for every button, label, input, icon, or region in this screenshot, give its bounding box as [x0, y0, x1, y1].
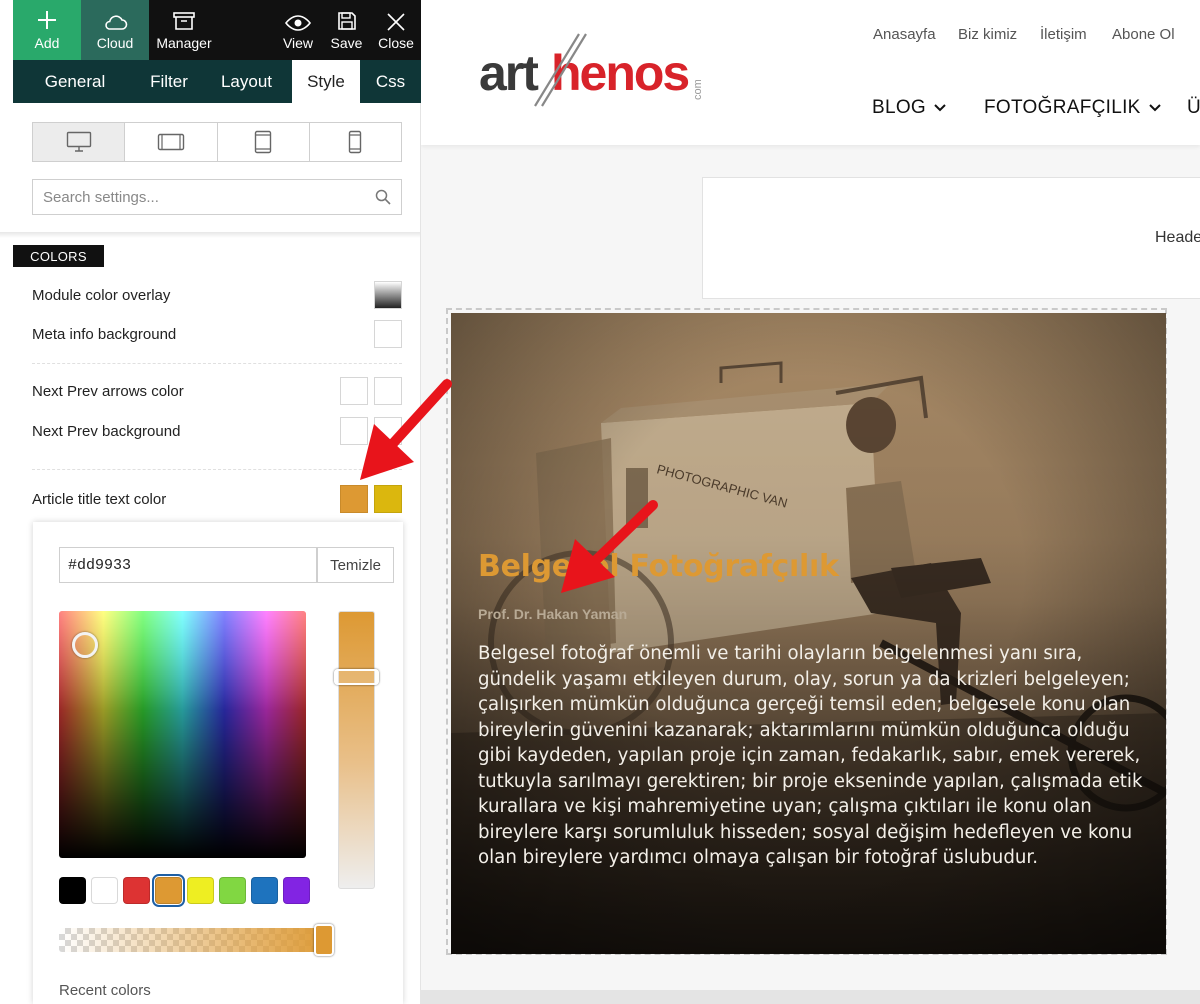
builder-toolbar: Add Cloud Manager View Save Close [13, 0, 421, 60]
article-author[interactable]: Prof. Dr. Hakan Yaman [478, 606, 627, 622]
device-tablet-landscape-button[interactable] [125, 123, 218, 161]
title-color-swatch-1[interactable] [340, 485, 368, 513]
device-desktop-button[interactable] [33, 123, 126, 161]
meta-bg-swatch[interactable] [374, 320, 402, 348]
tab-style[interactable]: Style [292, 60, 360, 103]
floppy-disk-icon [337, 12, 356, 30]
setting-label-meta-bg: Meta info background [32, 326, 177, 343]
close-label: Close [378, 35, 414, 51]
arrows-bg-swatch-1[interactable] [340, 417, 368, 445]
tablet-portrait-icon [254, 130, 272, 154]
color-picker: Temizle Recent colors [33, 522, 403, 1004]
logo-suffix: com [692, 79, 704, 100]
settings-divider [32, 469, 402, 470]
palette-swatch[interactable] [187, 877, 214, 904]
nav-item-photography[interactable]: FOTOĞRAFÇILIK [984, 97, 1161, 119]
clear-color-button[interactable]: Temizle [317, 547, 394, 583]
top-link-subscribe[interactable]: Abone Ol [1112, 26, 1175, 43]
opacity-slider[interactable] [59, 928, 333, 952]
site-header: art henos com Anasayfa Biz kimiz İletişi… [421, 0, 1200, 145]
tab-css[interactable]: Css [360, 60, 421, 103]
article-photo[interactable]: PHOTOGRAPHIC VAN Belgesel Fotoğrafçılık … [451, 313, 1166, 954]
logo-text-part2: henos [551, 45, 688, 101]
view-label: View [282, 35, 314, 51]
add-label: Add [34, 35, 60, 51]
article-title[interactable]: Belgesel Fotoğrafçılık [478, 549, 839, 584]
featured-article-module[interactable]: PHOTOGRAPHIC VAN Belgesel Fotoğrafçılık … [446, 308, 1167, 955]
search-input[interactable] [43, 188, 375, 206]
palette-swatch[interactable] [152, 874, 185, 907]
palette-swatch[interactable] [251, 877, 278, 904]
desktop-icon [66, 131, 91, 152]
header-ad-text: Heade [1155, 229, 1200, 246]
cloud-label: Cloud [96, 35, 134, 51]
lightness-slider[interactable] [338, 611, 375, 889]
close-icon [387, 13, 405, 31]
top-link-home[interactable]: Anasayfa [873, 26, 936, 43]
save-label: Save [330, 35, 363, 51]
top-link-about[interactable]: Biz kimiz [958, 26, 1017, 43]
footer-strip [421, 990, 1200, 1004]
hex-color-input[interactable] [59, 547, 317, 583]
palette-swatch[interactable] [59, 877, 86, 904]
tab-general[interactable]: General [13, 60, 137, 103]
title-color-swatch-2[interactable] [374, 485, 402, 513]
device-switcher [32, 122, 402, 162]
article-excerpt: Belgesel fotoğraf önemli ve tarihi olayl… [478, 643, 1143, 868]
cloud-icon [105, 15, 128, 30]
save-button[interactable]: Save [322, 0, 371, 60]
manager-button[interactable]: Manager [149, 0, 219, 60]
nav-item-truncated[interactable]: Ü [1187, 97, 1200, 119]
arrows-color-swatch-1[interactable] [340, 377, 368, 405]
header-ad-box [702, 177, 1200, 299]
logo-text-part1: art [479, 45, 539, 101]
device-phone-button[interactable] [310, 123, 401, 161]
search-icon[interactable] [375, 189, 391, 205]
tablet-landscape-icon [157, 133, 185, 151]
chevron-down-icon [1148, 104, 1161, 112]
manager-icon [173, 12, 195, 30]
manager-label: Manager [156, 35, 212, 51]
plus-icon [38, 11, 56, 29]
lightness-slider-handle[interactable] [334, 669, 379, 685]
arrows-color-swatch-2[interactable] [374, 377, 402, 405]
add-button[interactable]: Add [13, 0, 81, 60]
nav-item-photography-label: FOTOĞRAFÇILIK [984, 97, 1141, 118]
section-label-colors: COLORS [13, 245, 104, 267]
setting-label-arrows-color: Next Prev arrows color [32, 383, 184, 400]
chevron-down-icon [934, 104, 946, 112]
opacity-slider-handle[interactable] [314, 924, 334, 956]
phone-icon [349, 130, 362, 154]
setting-label-title-color: Article title text color [32, 491, 167, 508]
setting-label-arrows-bg: Next Prev background [32, 423, 181, 440]
nav-item-blog[interactable]: BLOG [872, 97, 946, 119]
color-palette [59, 874, 310, 907]
view-button[interactable]: View [274, 0, 322, 60]
spectrum-handle[interactable] [72, 632, 98, 658]
panel-divider-shadow [0, 232, 420, 238]
eye-icon [285, 15, 311, 31]
site-logo[interactable]: art henos com [479, 28, 709, 108]
device-tablet-portrait-button[interactable] [218, 123, 310, 161]
nav-item-blog-label: BLOG [872, 97, 926, 118]
palette-swatch[interactable] [91, 877, 118, 904]
palette-swatch[interactable] [219, 877, 246, 904]
site-preview: art henos com Anasayfa Biz kimiz İletişi… [421, 0, 1200, 1004]
top-link-contact[interactable]: İletişim [1040, 26, 1087, 43]
palette-swatch[interactable] [123, 877, 150, 904]
settings-divider [32, 363, 402, 364]
search-box [32, 179, 402, 215]
settings-panel: Add Cloud Manager View Save Close Genera… [0, 0, 421, 1004]
tab-filter[interactable]: Filter [137, 60, 201, 103]
arrows-bg-swatch-2[interactable] [374, 417, 402, 445]
recent-colors-label: Recent colors [59, 982, 151, 999]
setting-label-module-overlay: Module color overlay [32, 287, 171, 304]
settings-tabs: General Filter Layout Style Css [13, 60, 421, 103]
close-button[interactable]: Close [371, 0, 421, 60]
palette-swatch[interactable] [283, 877, 310, 904]
tab-layout[interactable]: Layout [201, 60, 292, 103]
module-overlay-swatch[interactable] [374, 281, 402, 309]
cloud-button[interactable]: Cloud [81, 0, 149, 60]
